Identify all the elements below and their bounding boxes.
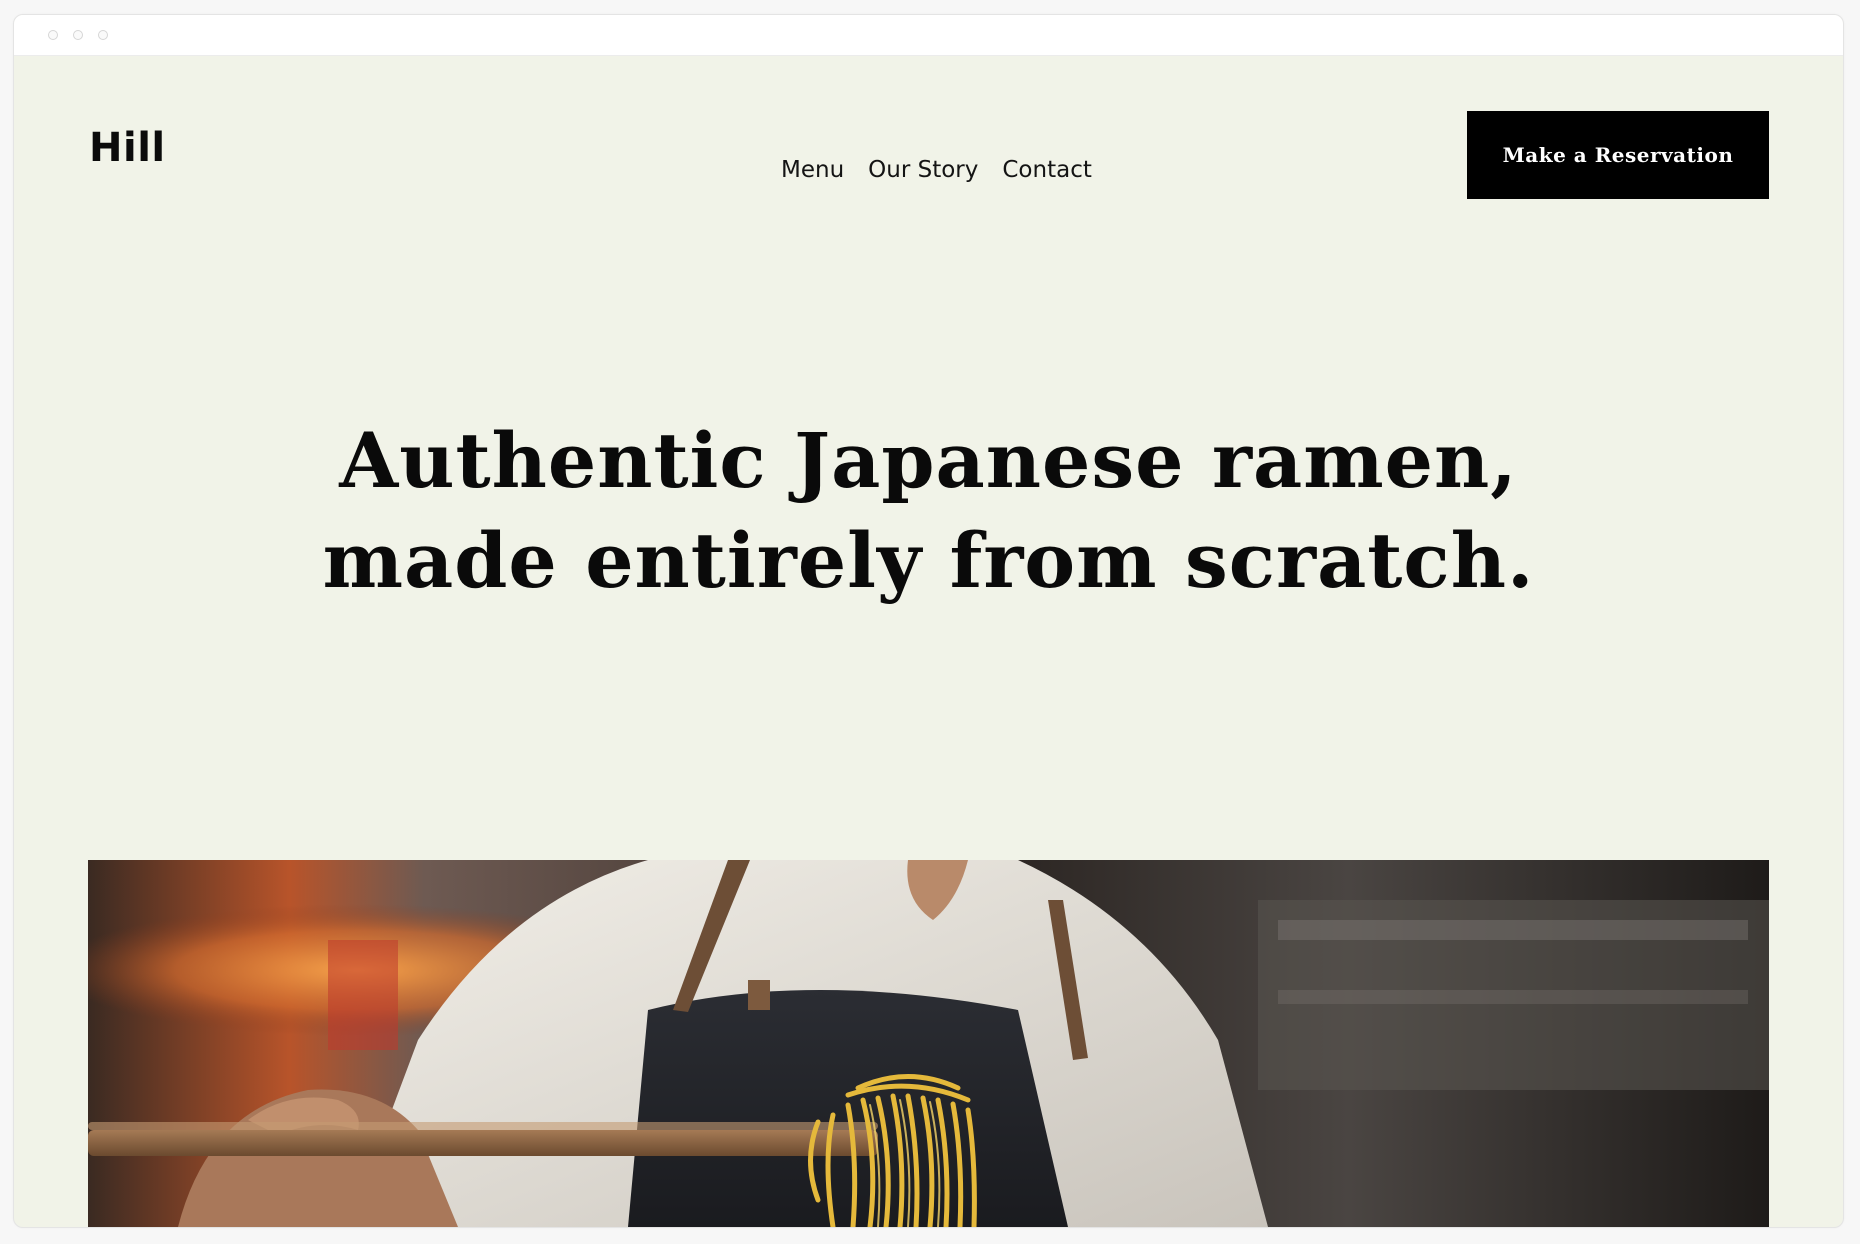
hero-headline-line-2: made entirely from scratch. (322, 516, 1535, 605)
window-titlebar (14, 15, 1843, 56)
hero-photo-illustration (88, 860, 1769, 1227)
make-reservation-button[interactable]: Make a Reservation (1467, 111, 1769, 199)
window-maximize-control[interactable] (98, 30, 108, 40)
hero-headline: Authentic Japanese ramen, made entirely … (14, 411, 1843, 611)
window-minimize-control[interactable] (73, 30, 83, 40)
browser-window: Hill Menu Our Story Contact Make a Reser… (13, 14, 1844, 1228)
main-nav: Menu Our Story Contact (781, 151, 1092, 189)
site-logo[interactable]: Hill (89, 128, 166, 168)
hero-headline-line-1: Authentic Japanese ramen, (339, 416, 1518, 505)
nav-link-menu[interactable]: Menu (781, 157, 844, 183)
nav-link-contact[interactable]: Contact (1002, 157, 1091, 183)
nav-link-our-story[interactable]: Our Story (868, 157, 978, 183)
window-close-control[interactable] (48, 30, 58, 40)
hero-photo-chef-ramen (88, 860, 1769, 1227)
